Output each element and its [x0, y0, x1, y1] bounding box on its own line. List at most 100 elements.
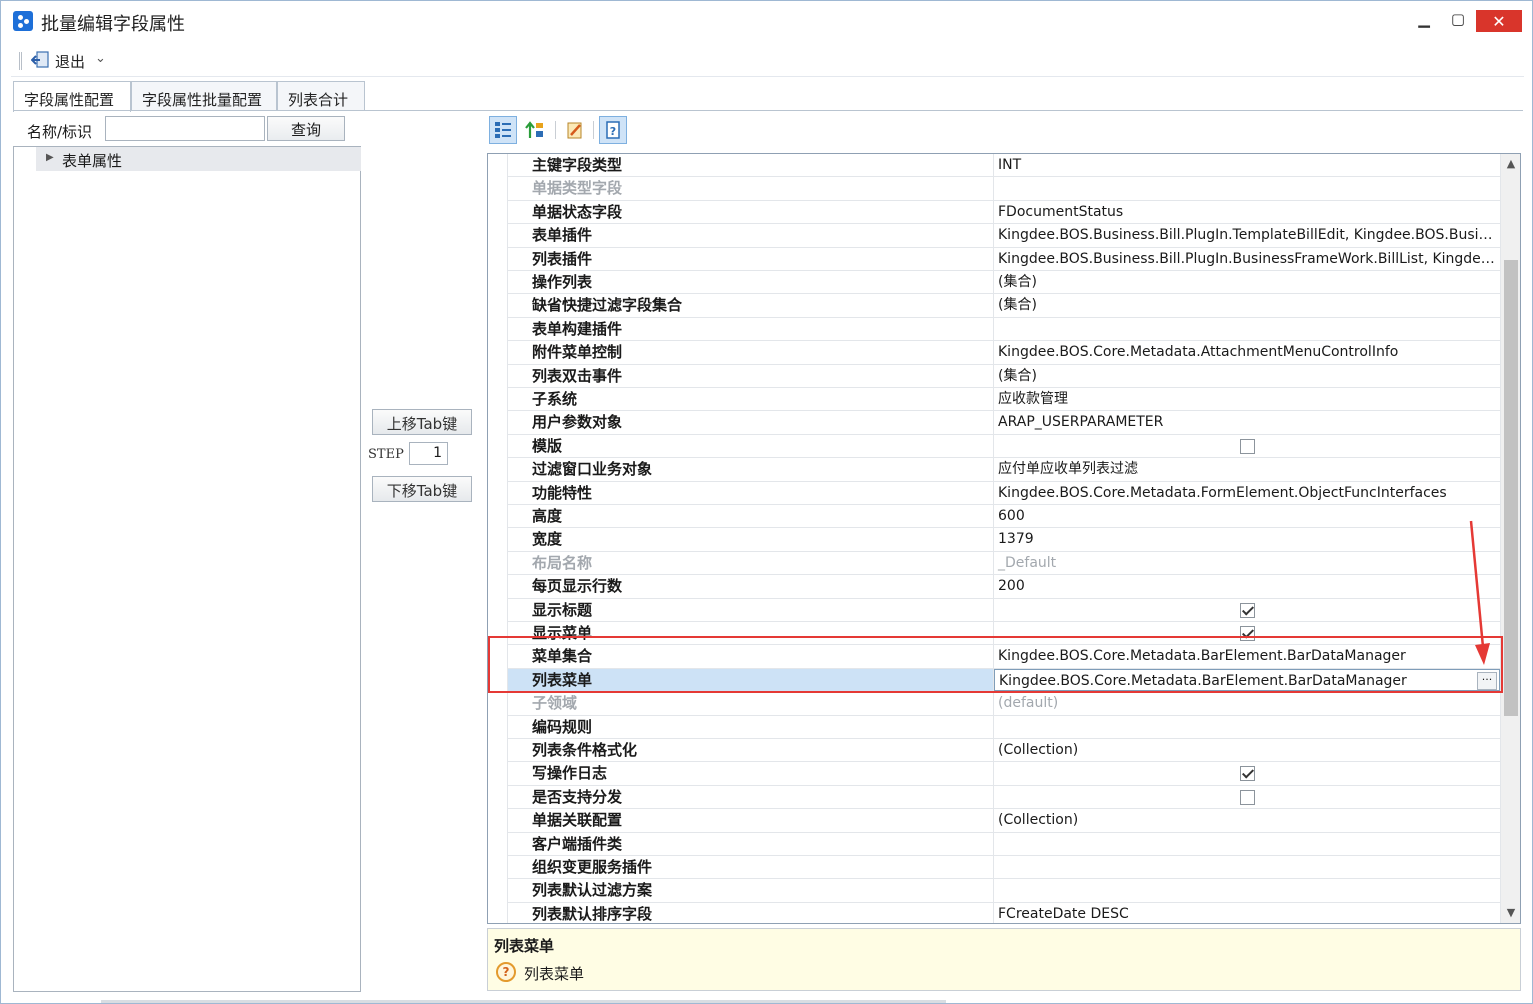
property-row[interactable]: 宽度 1379	[508, 528, 1500, 552]
property-value[interactable]: (Collection)	[994, 809, 1500, 831]
property-row[interactable]: 组织变更服务插件	[508, 856, 1500, 880]
property-value[interactable]: 应收款管理	[994, 388, 1500, 410]
checkbox-checked[interactable]	[1240, 602, 1255, 618]
property-value[interactable]	[994, 435, 1500, 457]
description-text: 列表菜单	[524, 965, 585, 983]
close-button[interactable]: ✕	[1476, 10, 1522, 32]
checkbox-checked[interactable]	[1240, 766, 1255, 782]
property-row[interactable]: 子系统 应收款管理	[508, 388, 1500, 412]
property-row[interactable]: 附件菜单控制 Kingdee.BOS.Core.Metadata.Attachme…	[508, 341, 1500, 365]
property-row[interactable]: 是否支持分发	[508, 785, 1500, 810]
property-row[interactable]: 布局名称 _Default	[508, 551, 1500, 576]
scroll-down-icon[interactable]: ▼	[1501, 903, 1520, 923]
property-value[interactable]: Kingdee.BOS.Business.Bill.PlugIn.Templat…	[994, 224, 1500, 246]
property-row[interactable]: 显示菜单	[508, 622, 1500, 646]
property-row[interactable]: 单据状态字段 FDocumentStatus	[508, 200, 1500, 225]
property-value[interactable]: 应付单应收单列表过滤	[994, 458, 1500, 480]
tree-item-form-properties[interactable]: ▶ 表单属性	[36, 147, 361, 171]
property-value[interactable]: (default)	[994, 692, 1500, 714]
property-row[interactable]: 列表菜单 Kingdee.BOS.Core.Metadata.BarElement…	[508, 668, 1500, 693]
tab-field-property-config[interactable]: 字段属性配置	[13, 81, 131, 112]
toolbar-separator	[593, 121, 594, 139]
description-toggle-button[interactable]: ?	[599, 116, 627, 144]
property-value[interactable]	[994, 177, 1500, 199]
property-value[interactable]: (集合)	[994, 294, 1500, 316]
property-row[interactable]: 操作列表 (集合)	[508, 271, 1500, 295]
property-row[interactable]: 显示标题	[508, 598, 1500, 622]
property-value[interactable]: ARAP_USERPARAMETER	[994, 411, 1500, 433]
property-value[interactable]	[994, 318, 1500, 340]
property-row[interactable]: 模版	[508, 434, 1500, 459]
property-value[interactable]: 200	[994, 575, 1500, 597]
property-row[interactable]: 表单插件 Kingdee.BOS.Business.Bill.PlugIn.Tem…	[508, 224, 1500, 248]
query-button[interactable]: 查询	[267, 116, 345, 141]
property-row[interactable]: 缺省快捷过滤字段集合 (集合)	[508, 294, 1500, 318]
property-row[interactable]: 子领域 (default)	[508, 692, 1500, 716]
expand-arrow-icon[interactable]: ▶	[46, 152, 54, 163]
property-row[interactable]: 列表插件 Kingdee.BOS.Business.Bill.PlugIn.Bus…	[508, 247, 1500, 271]
property-value[interactable]	[994, 599, 1500, 621]
property-value[interactable]: Kingdee.BOS.Core.Metadata.BarElement.Bar…	[994, 668, 1500, 692]
property-value[interactable]: (集合)	[994, 365, 1500, 387]
chevron-down-icon[interactable]: ⌄	[95, 51, 106, 66]
property-value[interactable]: Kingdee.BOS.Business.Bill.PlugIn.Busines…	[994, 248, 1500, 270]
checkbox-unchecked[interactable]	[1240, 438, 1255, 454]
property-value[interactable]: INT	[994, 154, 1500, 176]
property-row[interactable]: 每页显示行数 200	[508, 575, 1500, 599]
property-value[interactable]: Kingdee.BOS.Core.Metadata.FormElement.Ob…	[994, 482, 1500, 504]
property-row[interactable]: 表单构建插件	[508, 317, 1500, 342]
sort-alphabetical-button[interactable]	[521, 116, 549, 144]
tab-list-total[interactable]: 列表合计	[277, 81, 365, 111]
property-value[interactable]	[994, 833, 1500, 855]
property-value[interactable]	[994, 762, 1500, 784]
grid-scrollbar[interactable]: ▲ ▼	[1500, 154, 1520, 923]
scrollbar-thumb[interactable]	[1504, 260, 1518, 716]
move-down-tab-button[interactable]: 下移Tab键	[372, 476, 472, 502]
property-value[interactable]	[994, 879, 1500, 901]
property-row[interactable]: 功能特性 Kingdee.BOS.Core.Metadata.FormElemen…	[508, 481, 1500, 505]
property-row[interactable]: 客户端插件类	[508, 832, 1500, 856]
property-row[interactable]: 主键字段类型 INT	[508, 154, 1500, 178]
property-row[interactable]: 单据关联配置 (Collection)	[508, 809, 1500, 833]
categorized-icon	[495, 122, 511, 138]
tab-field-property-batch-config[interactable]: 字段属性批量配置	[131, 81, 277, 111]
property-value-text: ARAP_USERPARAMETER	[998, 414, 1164, 431]
property-row[interactable]: 列表条件格式化 (Collection)	[508, 739, 1500, 763]
property-row[interactable]: 菜单集合 Kingdee.BOS.Core.Metadata.BarElement…	[508, 645, 1500, 669]
property-value[interactable]: FCreateDate DESC	[994, 903, 1500, 923]
property-value[interactable]	[994, 786, 1500, 808]
property-row[interactable]: 编码规则	[508, 715, 1500, 739]
property-name: 单据关联配置	[508, 809, 994, 832]
ellipsis-button[interactable]: ···	[1477, 671, 1497, 690]
checkbox-checked[interactable]	[1240, 626, 1255, 641]
move-up-tab-button[interactable]: 上移Tab键	[372, 409, 472, 435]
property-value[interactable]: FDocumentStatus	[994, 201, 1500, 223]
property-value[interactable]: _Default	[994, 552, 1500, 574]
checkbox-unchecked[interactable]	[1240, 789, 1255, 805]
property-value[interactable]: (集合)	[994, 271, 1500, 293]
property-name: 布局名称	[508, 551, 994, 575]
scroll-up-icon[interactable]: ▲	[1501, 154, 1520, 174]
property-row[interactable]: 写操作日志	[508, 762, 1500, 786]
property-row[interactable]: 列表默认排序字段 FCreateDate DESC	[508, 902, 1500, 923]
categorized-view-button[interactable]	[489, 116, 517, 144]
property-row[interactable]: 单据类型字段	[508, 177, 1500, 201]
property-value[interactable]: 600	[994, 505, 1500, 527]
property-value[interactable]	[994, 856, 1500, 878]
property-row[interactable]: 用户参数对象 ARAP_USERPARAMETER	[508, 411, 1500, 435]
property-value[interactable]	[994, 622, 1500, 644]
property-value[interactable]	[994, 716, 1500, 738]
property-row[interactable]: 列表默认过滤方案	[508, 879, 1500, 903]
search-input[interactable]	[105, 116, 265, 141]
step-input[interactable]: 1	[409, 442, 448, 465]
property-value[interactable]: Kingdee.BOS.Core.Metadata.BarElement.Bar…	[994, 645, 1500, 667]
property-pages-button[interactable]	[561, 116, 589, 144]
property-value[interactable]: 1379	[994, 528, 1500, 550]
property-row[interactable]: 高度 600	[508, 505, 1500, 529]
maximize-button[interactable]: ▢	[1443, 7, 1473, 31]
minimize-button[interactable]: ▁	[1409, 7, 1439, 31]
property-row[interactable]: 过滤窗口业务对象 应付单应收单列表过滤	[508, 458, 1500, 482]
property-value[interactable]: Kingdee.BOS.Core.Metadata.AttachmentMenu…	[994, 341, 1500, 363]
property-value[interactable]: (Collection)	[994, 739, 1500, 761]
property-row[interactable]: 列表双击事件 (集合)	[508, 364, 1500, 388]
